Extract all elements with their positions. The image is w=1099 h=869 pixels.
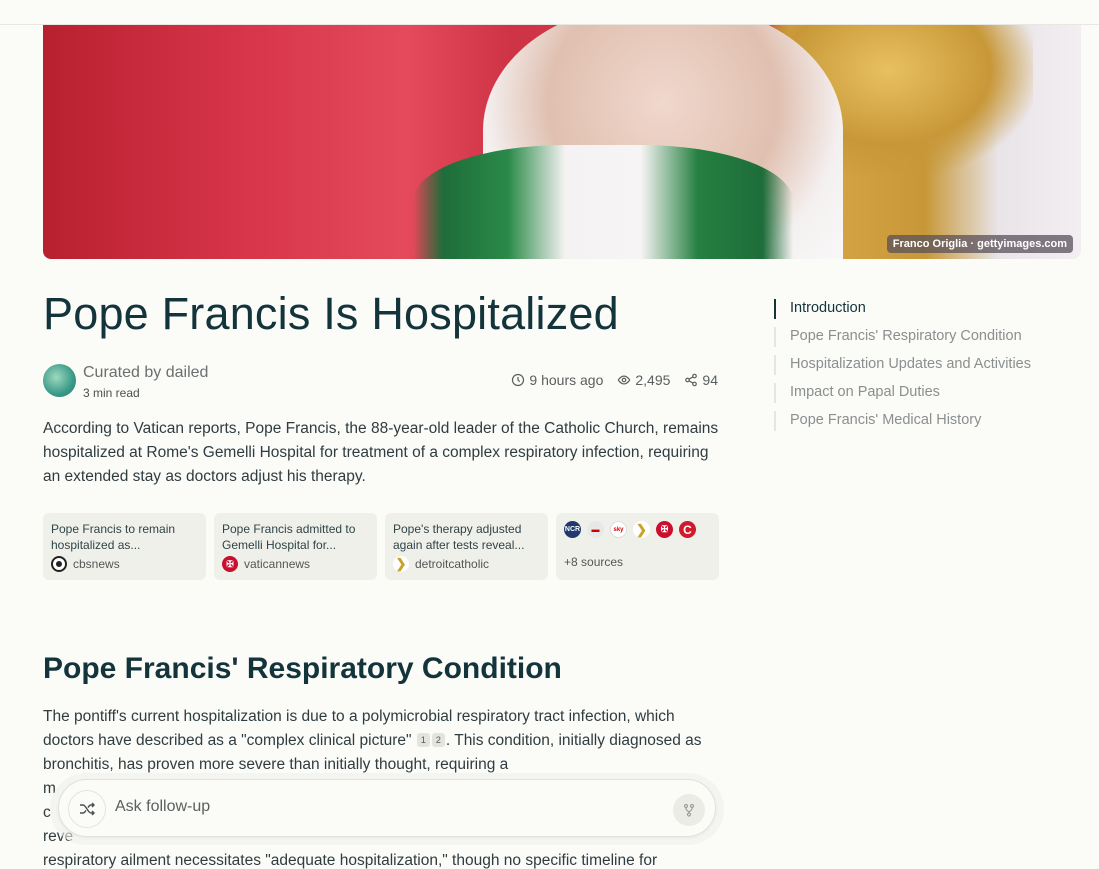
source-card[interactable]: Pope Francis to remain hospitalized as..… [43, 513, 206, 580]
submit-button[interactable] [673, 794, 705, 826]
source-card[interactable]: Pope's therapy adjusted again after test… [385, 513, 548, 580]
shares-stat[interactable]: 94 [684, 372, 718, 388]
sky-news-icon: sky [610, 521, 627, 538]
article-intro: According to Vatican reports, Pope Franc… [43, 420, 719, 485]
detroit-catholic-icon: ❯ [633, 521, 650, 538]
eye-icon [617, 375, 631, 385]
news-icon: ▬ [587, 521, 604, 538]
source-site: cbsnews [73, 557, 120, 571]
view-count: 2,495 [635, 372, 671, 388]
fork-icon [683, 803, 695, 817]
source-title: Pope Francis to remain hospitalized as..… [51, 522, 176, 552]
ncr-icon: NCR [564, 521, 581, 538]
page-title: Pope Francis Is Hospitalized [43, 288, 619, 339]
citation-badge[interactable]: 2 [431, 733, 445, 747]
source-title: Pope's therapy adjusted again after test… [393, 522, 525, 552]
section-heading: Pope Francis' Respiratory Condition [43, 652, 562, 685]
cbs-eye-icon [51, 556, 67, 572]
time-stat: 9 hours ago [511, 372, 603, 388]
article-meta: Curated by dailed 3 min read 9 hours ago… [43, 364, 718, 400]
time-ago: 9 hours ago [529, 372, 604, 388]
clock-icon [512, 373, 525, 387]
detroit-catholic-icon: ❯ [393, 556, 409, 572]
table-of-contents: Introduction Pope Francis' Respiratory C… [774, 298, 1031, 438]
followup-bar [50, 773, 724, 845]
avatar[interactable] [43, 364, 76, 397]
source-site: detroitcatholic [415, 557, 490, 571]
share-count: 94 [702, 372, 718, 388]
hero-stole [413, 145, 793, 259]
read-time: 3 min read [83, 386, 140, 400]
followup-input[interactable] [115, 798, 655, 816]
more-sources-card[interactable]: NCR ▬ sky ❯ ✠ C +8 sources [556, 513, 719, 580]
source-card[interactable]: Pope Francis admitted to Gemelli Hospita… [214, 513, 377, 580]
catholic-c-icon: C [679, 521, 696, 538]
followup-box [58, 779, 716, 837]
toc-item-hospitalization-updates[interactable]: Hospitalization Updates and Activities [774, 354, 1031, 382]
more-source-icons: NCR ▬ sky ❯ ✠ C [564, 521, 711, 538]
curator-label[interactable]: Curated by dailed [83, 364, 208, 382]
section-text: respiratory ailment necessitates "adequa… [43, 852, 658, 869]
top-bar [0, 0, 1099, 25]
shuffle-icon [80, 802, 95, 816]
shuffle-button[interactable] [68, 790, 106, 828]
share-icon [685, 373, 698, 387]
views-stat: 2,495 [617, 372, 670, 388]
hero-image: Franco Origlia · gettyimages.com [43, 25, 1081, 259]
toc-item-medical-history[interactable]: Pope Francis' Medical History [774, 410, 1031, 438]
source-title: Pope Francis admitted to Gemelli Hospita… [222, 522, 356, 552]
citation-badge[interactable]: 1 [416, 733, 430, 747]
image-credit[interactable]: Franco Origlia · gettyimages.com [886, 235, 1073, 253]
vatican-icon: ✠ [222, 556, 238, 572]
article-stats: 9 hours ago 2,495 94 [511, 372, 718, 388]
toc-item-papal-duties[interactable]: Impact on Papal Duties [774, 382, 1031, 410]
source-cards: Pope Francis to remain hospitalized as..… [43, 513, 719, 580]
toc-item-introduction[interactable]: Introduction [774, 298, 1031, 326]
more-sources-label: +8 sources [564, 555, 624, 569]
vatican-icon: ✠ [656, 521, 673, 538]
toc-item-respiratory-condition[interactable]: Pope Francis' Respiratory Condition [774, 326, 1031, 354]
source-site: vaticannews [244, 557, 311, 571]
